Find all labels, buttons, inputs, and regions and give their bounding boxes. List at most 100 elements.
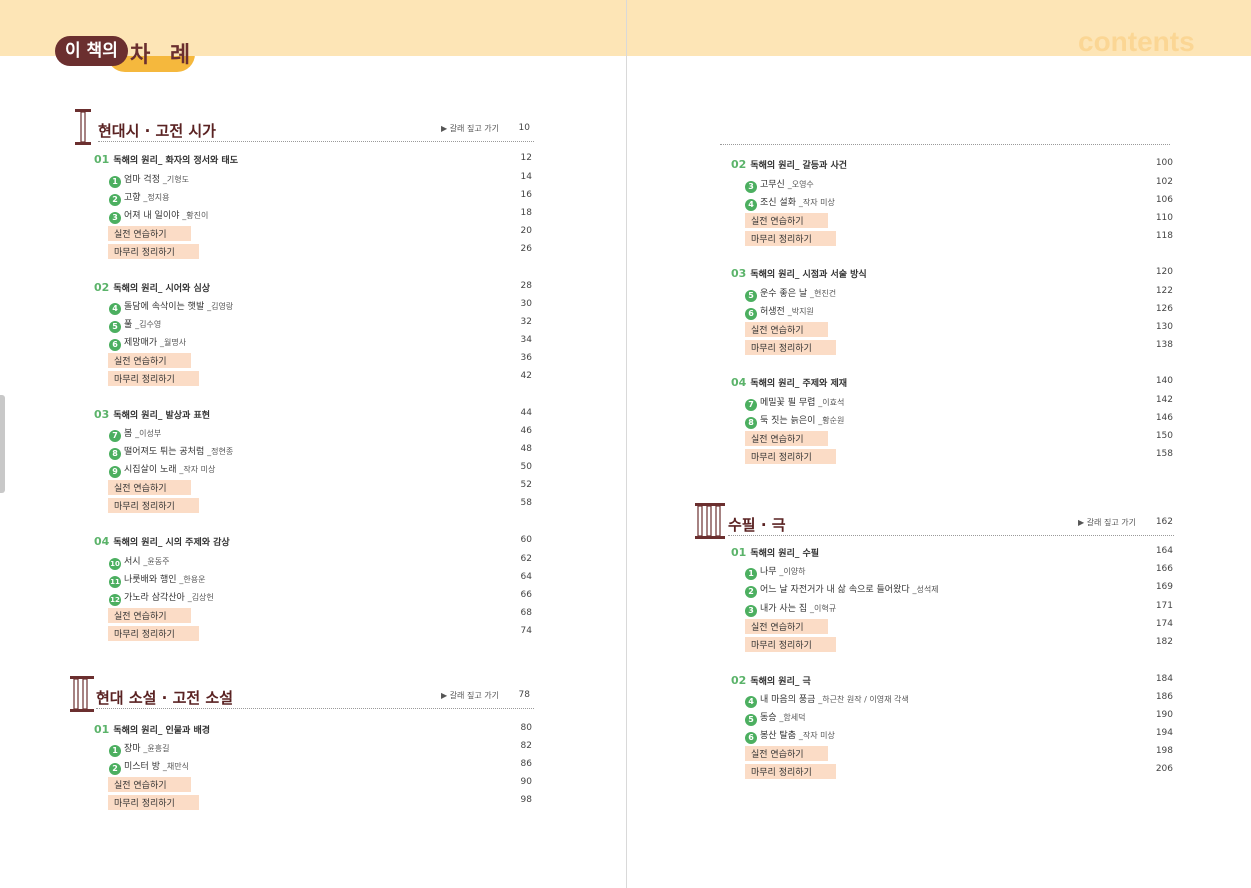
item-number-badge: 10	[109, 558, 121, 570]
item-author: _월명사	[159, 338, 187, 347]
practice-label: 마무리 정리하기	[745, 764, 836, 779]
toc-item[interactable]: 3 고무신 _오영수 102	[745, 177, 1173, 193]
toc-practice[interactable]: 마무리 정리하기 182	[745, 637, 1173, 653]
toc-item[interactable]: 10 서시 _윤동주 62	[109, 554, 532, 570]
toc-section[interactable]: 04 독해의 원리_ 시의 주제와 감상 60	[94, 535, 532, 551]
practice-label: 실전 연습하기	[108, 608, 191, 623]
toc-item[interactable]: 5풀 _김수영 32	[109, 317, 532, 333]
item-title: 장마	[124, 744, 144, 754]
toc-section[interactable]: 02 독해의 원리_ 시어와 심상 28	[94, 281, 532, 297]
toc-section[interactable]: 04 독해의 원리_ 주제와 제재 140	[731, 376, 1173, 392]
page-number: 80	[520, 723, 532, 733]
toc-item[interactable]: 6 봉산 탈춤 _작자 미상 194	[745, 728, 1173, 744]
toc-item[interactable]: 7봄 _이성부 46	[109, 426, 532, 442]
toc-practice[interactable]: 마무리 정리하기 98	[108, 795, 532, 811]
practice-label: 실전 연습하기	[745, 431, 828, 446]
toc-item[interactable]: 12 가노라 삼각산아 _김상헌 66	[109, 590, 532, 606]
chapter-heading-3: 수필 · 극 ▶ 갈래 짚고 가기 162	[695, 502, 1174, 546]
toc-practice[interactable]: 마무리 정리하기 158	[745, 449, 1173, 465]
toc-section[interactable]: 01 독해의 원리_ 화자의 정서와 태도 12	[94, 153, 532, 169]
toc-practice[interactable]: 마무리 정리하기 58	[108, 498, 532, 514]
page-number: 98	[520, 795, 532, 805]
toc-item[interactable]: 2 고향 _정지용 16	[109, 190, 532, 206]
page-number: 169	[1155, 582, 1173, 592]
toc-practice[interactable]: 실전 연습하기 150	[745, 431, 1173, 447]
toc-practice[interactable]: 실전 연습하기 68	[108, 608, 532, 624]
page-number: 206	[1155, 764, 1173, 774]
practice-label: 마무리 정리하기	[745, 231, 836, 246]
item-author: _김영랑	[207, 302, 234, 311]
toc-practice[interactable]: 실전 연습하기 90	[108, 777, 532, 793]
practice-label: 마무리 정리하기	[108, 626, 199, 641]
page-number: 14	[520, 172, 532, 182]
toc-section[interactable]: 03 독해의 원리_ 시점과 서술 방식 120	[731, 267, 1173, 283]
section-number: 04	[731, 376, 747, 389]
item-author: _한용운	[179, 575, 206, 584]
toc-item[interactable]: 4내 마음의 풍금 _하근찬 원작 / 이영재 각색 186	[745, 692, 1173, 708]
toc-item[interactable]: 1 나무 _이양하 166	[745, 564, 1173, 580]
item-title: 서시	[124, 557, 144, 567]
toc-practice[interactable]: 마무리 정리하기 138	[745, 340, 1173, 356]
genre-link[interactable]: ▶ 갈래 짚고 가기	[441, 123, 499, 134]
page-edge-tab	[0, 395, 5, 493]
toc-item[interactable]: 8둑 짓는 늙은이 _황순원 146	[745, 413, 1173, 429]
practice-label: 마무리 정리하기	[745, 637, 836, 652]
item-number-badge: 2	[109, 763, 121, 775]
toc-section[interactable]: 01 독해의 원리_ 수필 164	[731, 546, 1173, 562]
logo-part1: 이 책의	[55, 36, 128, 66]
genre-link[interactable]: ▶ 갈래 짚고 가기	[441, 690, 499, 701]
page-number: 146	[1155, 413, 1173, 423]
page-number: 66	[520, 590, 532, 600]
chapter-page: 162	[1155, 517, 1173, 527]
roman-numeral-1-icon	[75, 109, 91, 145]
toc-item[interactable]: 4 돌담에 속삭이는 햇발 _김영랑 30	[109, 299, 532, 315]
page-number: 50	[520, 462, 532, 472]
page-number: 60	[520, 535, 532, 545]
item-author: _정지용	[143, 193, 170, 202]
toc-item[interactable]: 2 미스터 방 _채만식 86	[109, 759, 532, 775]
toc-item[interactable]: 7 메밀꽃 필 무렵 _이효석 142	[745, 395, 1173, 411]
toc-practice[interactable]: 실전 연습하기 36	[108, 353, 532, 369]
item-number-badge: 2	[109, 194, 121, 206]
toc-section[interactable]: 02 독해의 원리_ 극 184	[731, 674, 1173, 690]
toc-section[interactable]: 02 독해의 원리_ 갈등과 사건 100	[731, 158, 1173, 174]
toc-practice[interactable]: 마무리 정리하기 118	[745, 231, 1173, 247]
item-number-badge: 4	[745, 199, 757, 211]
toc-section[interactable]: 03 독해의 원리_ 발상과 표현 44	[94, 408, 532, 424]
toc-practice[interactable]: 실전 연습하기 110	[745, 213, 1173, 229]
chapter-title: 현대 소설 · 고전 소설	[96, 689, 233, 707]
toc-practice[interactable]: 실전 연습하기 20	[108, 226, 532, 242]
toc-practice[interactable]: 마무리 정리하기 206	[745, 764, 1173, 780]
toc-section[interactable]: 01 독해의 원리_ 인물과 배경 80	[94, 723, 532, 739]
toc-item[interactable]: 3 내가 사는 집 _이혁규 171	[745, 601, 1173, 617]
page-number: 158	[1155, 449, 1173, 459]
section-title: 독해의 원리_ 시점과 서술 방식	[750, 270, 867, 280]
item-author: _작자 미상	[798, 731, 835, 740]
toc-item[interactable]: 5 운수 좋은 날 _현진건 122	[745, 286, 1173, 302]
toc-item[interactable]: 8 떨어져도 튀는 공처럼 _정현종 48	[109, 444, 532, 460]
toc-practice[interactable]: 마무리 정리하기 42	[108, 371, 532, 387]
item-author: _함세덕	[779, 713, 806, 722]
practice-label: 실전 연습하기	[108, 226, 191, 241]
genre-link[interactable]: ▶ 갈래 짚고 가기	[1078, 517, 1136, 528]
toc-item[interactable]: 9 시집살이 노래 _작자 미상 50	[109, 462, 532, 478]
toc-item[interactable]: 11 나룻배와 행인 _한용운 64	[109, 572, 532, 588]
item-title: 봉산 탈춤	[760, 731, 799, 741]
toc-item[interactable]: 6 제망매가 _월명사 34	[109, 335, 532, 351]
toc-practice[interactable]: 마무리 정리하기 74	[108, 626, 532, 642]
toc-item[interactable]: 1 장마 _윤흥길 82	[109, 741, 532, 757]
section-title: 독해의 원리_ 갈등과 사건	[750, 161, 848, 171]
toc-practice[interactable]: 실전 연습하기 174	[745, 619, 1173, 635]
toc-practice[interactable]: 실전 연습하기 52	[108, 480, 532, 496]
toc-item[interactable]: 4 조신 설화 _작자 미상 106	[745, 195, 1173, 211]
toc-item[interactable]: 5 동승 _함세덕 190	[745, 710, 1173, 726]
toc-practice[interactable]: 실전 연습하기 130	[745, 322, 1173, 338]
toc-item[interactable]: 2 어느 날 자전거가 내 삶 속으로 들어왔다 _성석제 169	[745, 582, 1173, 598]
toc-item[interactable]: 6 허생전 _박지원 126	[745, 304, 1173, 320]
toc-item[interactable]: 3 어져 내 일이야 _황진이 18	[109, 208, 532, 224]
item-title: 고무신	[760, 180, 788, 190]
item-author: _채만식	[162, 762, 189, 771]
toc-practice[interactable]: 마무리 정리하기 26	[108, 244, 532, 260]
toc-practice[interactable]: 실전 연습하기 198	[745, 746, 1173, 762]
toc-item[interactable]: 1 엄마 걱정 _기형도 14	[109, 172, 532, 188]
